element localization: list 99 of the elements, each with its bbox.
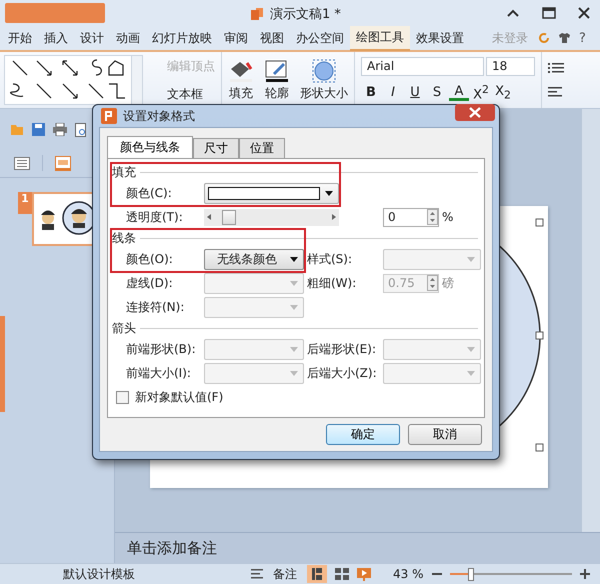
close-button[interactable] xyxy=(455,104,495,120)
dialog-title: 设置对象格式 xyxy=(123,108,195,124)
field-label: 后端大小(Z): xyxy=(307,364,378,382)
menu-tab[interactable]: 审阅 xyxy=(218,26,254,50)
text-style-button[interactable]: A xyxy=(449,84,469,101)
checkbox[interactable] xyxy=(116,391,129,404)
spin-arrows-icon[interactable] xyxy=(427,209,438,225)
dialog-tab[interactable]: 尺寸 xyxy=(193,138,239,158)
print-icon[interactable] xyxy=(53,123,67,136)
caret-icon xyxy=(290,256,298,262)
resize-handle[interactable] xyxy=(536,444,544,452)
superscript-button[interactable]: X$^{2}$ xyxy=(471,83,491,103)
slide-sorter-icon[interactable] xyxy=(335,568,349,580)
resize-handle[interactable] xyxy=(536,332,544,340)
menu-tab[interactable]: 开始 xyxy=(2,26,38,50)
gallery-scrollbar[interactable] xyxy=(131,56,142,104)
print-preview-icon[interactable] xyxy=(75,123,87,137)
resize-handle[interactable] xyxy=(536,218,544,226)
section-heading: 箭头 xyxy=(112,320,136,336)
template-name: 默认设计模板 xyxy=(63,566,136,582)
outline-view-tab-icon[interactable] xyxy=(14,156,30,170)
menu-tab[interactable]: 动画 xyxy=(110,26,146,50)
field-label: 粗细(W): xyxy=(307,274,358,292)
caret-icon xyxy=(290,346,298,352)
slider-thumb[interactable] xyxy=(222,210,236,224)
vertical-scrollbar[interactable] xyxy=(581,109,600,532)
caret-icon xyxy=(290,370,298,376)
notes-toggle[interactable]: 备注 xyxy=(273,566,297,582)
window-title: 演示文稿1 * xyxy=(270,6,341,23)
font-size-select[interactable]: 18 xyxy=(486,57,535,76)
notes-placeholder[interactable]: 单击添加备注 xyxy=(115,532,600,563)
dropdown-field[interactable]: 无线条颜色 xyxy=(204,248,304,270)
zoom-level: 43 % xyxy=(393,567,424,581)
shirt-icon[interactable] xyxy=(558,32,571,44)
field-label: 样式(S): xyxy=(307,250,354,268)
maximize-icon[interactable] xyxy=(542,7,556,19)
fill-color-select[interactable] xyxy=(204,182,339,204)
field-label: 连接符(N): xyxy=(126,298,186,316)
close-icon[interactable] xyxy=(578,7,590,19)
text-style-button[interactable]: S xyxy=(427,85,447,100)
field-label: 虚线(D): xyxy=(126,274,174,292)
field-label: 颜色(C): xyxy=(126,184,173,202)
section-heading: 填充 xyxy=(112,164,136,180)
zoom-in-icon[interactable] xyxy=(580,569,590,579)
menu-tab[interactable]: 绘图工具 xyxy=(350,26,410,50)
scroll-right-icon[interactable] xyxy=(332,214,336,220)
menu-tab[interactable]: 视图 xyxy=(254,26,290,50)
menu-tab[interactable]: 效果设置 xyxy=(410,26,470,50)
bullet-list-icon[interactable] xyxy=(548,62,564,74)
caret-icon xyxy=(467,256,475,262)
collapse-ribbon-icon[interactable] xyxy=(506,8,520,18)
slides-view-tab-icon[interactable] xyxy=(55,156,71,170)
app-icon xyxy=(101,108,117,124)
text-style-button[interactable]: U xyxy=(405,85,425,100)
scroll-left-icon[interactable] xyxy=(207,214,211,220)
circle-size-icon xyxy=(311,58,337,82)
section-heading: 线条 xyxy=(112,230,136,246)
unit-label: % xyxy=(442,210,454,224)
checkbox-label[interactable]: 新对象默认值(F) xyxy=(135,389,224,406)
caret-icon xyxy=(325,190,333,196)
caret-icon xyxy=(467,346,475,352)
number-spinner[interactable]: 0 xyxy=(383,208,439,226)
zoom-slider-thumb[interactable] xyxy=(468,568,474,580)
text-style-button[interactable]: B xyxy=(361,85,381,100)
menu-tab[interactable]: 幻灯片放映 xyxy=(146,26,218,50)
menu-tab[interactable]: 办公空间 xyxy=(290,26,350,50)
outline-button[interactable]: 轮廓 xyxy=(264,58,290,102)
zoom-slider[interactable] xyxy=(450,568,572,580)
field-label: 后端形状(E): xyxy=(307,340,377,358)
fill-button[interactable]: 填充 xyxy=(228,58,254,102)
field-label: 前端形状(B): xyxy=(126,340,197,358)
caret-icon xyxy=(290,280,298,286)
font-family-select[interactable]: Arial xyxy=(361,57,484,76)
menu-tab[interactable]: 设计 xyxy=(74,26,110,50)
presentation-file-icon xyxy=(250,7,264,21)
slide-number: 1 xyxy=(18,192,32,214)
menu-tab[interactable]: 插入 xyxy=(38,26,74,50)
transparency-slider[interactable] xyxy=(204,208,339,226)
pen-outline-icon xyxy=(264,58,290,82)
unit-label: 磅 xyxy=(442,274,454,292)
subscript-button[interactable]: X$_{2}$ xyxy=(493,84,513,102)
field-label: 前端大小(I): xyxy=(126,364,192,382)
normal-view-icon[interactable] xyxy=(307,565,327,583)
field-label: 颜色(O): xyxy=(126,250,174,268)
caret-icon xyxy=(467,370,475,376)
notes-icon[interactable] xyxy=(251,569,265,579)
slideshow-icon[interactable] xyxy=(357,568,371,580)
text-style-button[interactable]: I xyxy=(383,85,403,100)
save-icon[interactable] xyxy=(32,123,45,136)
ok-button[interactable]: 确定 xyxy=(326,424,400,445)
align-left-icon[interactable] xyxy=(548,86,562,98)
caret-icon xyxy=(290,304,298,310)
field-label: 透明度(T): xyxy=(126,208,184,226)
cancel-button[interactable]: 取消 xyxy=(408,424,482,445)
dialog-tab[interactable]: 颜色与线条 xyxy=(107,136,193,158)
help-button[interactable]: ? xyxy=(579,30,586,46)
text-box-button[interactable]: 文本框 xyxy=(149,86,215,102)
shape-size-button[interactable]: 形状大小 xyxy=(300,58,348,102)
dialog-tab[interactable]: 位置 xyxy=(239,138,285,158)
